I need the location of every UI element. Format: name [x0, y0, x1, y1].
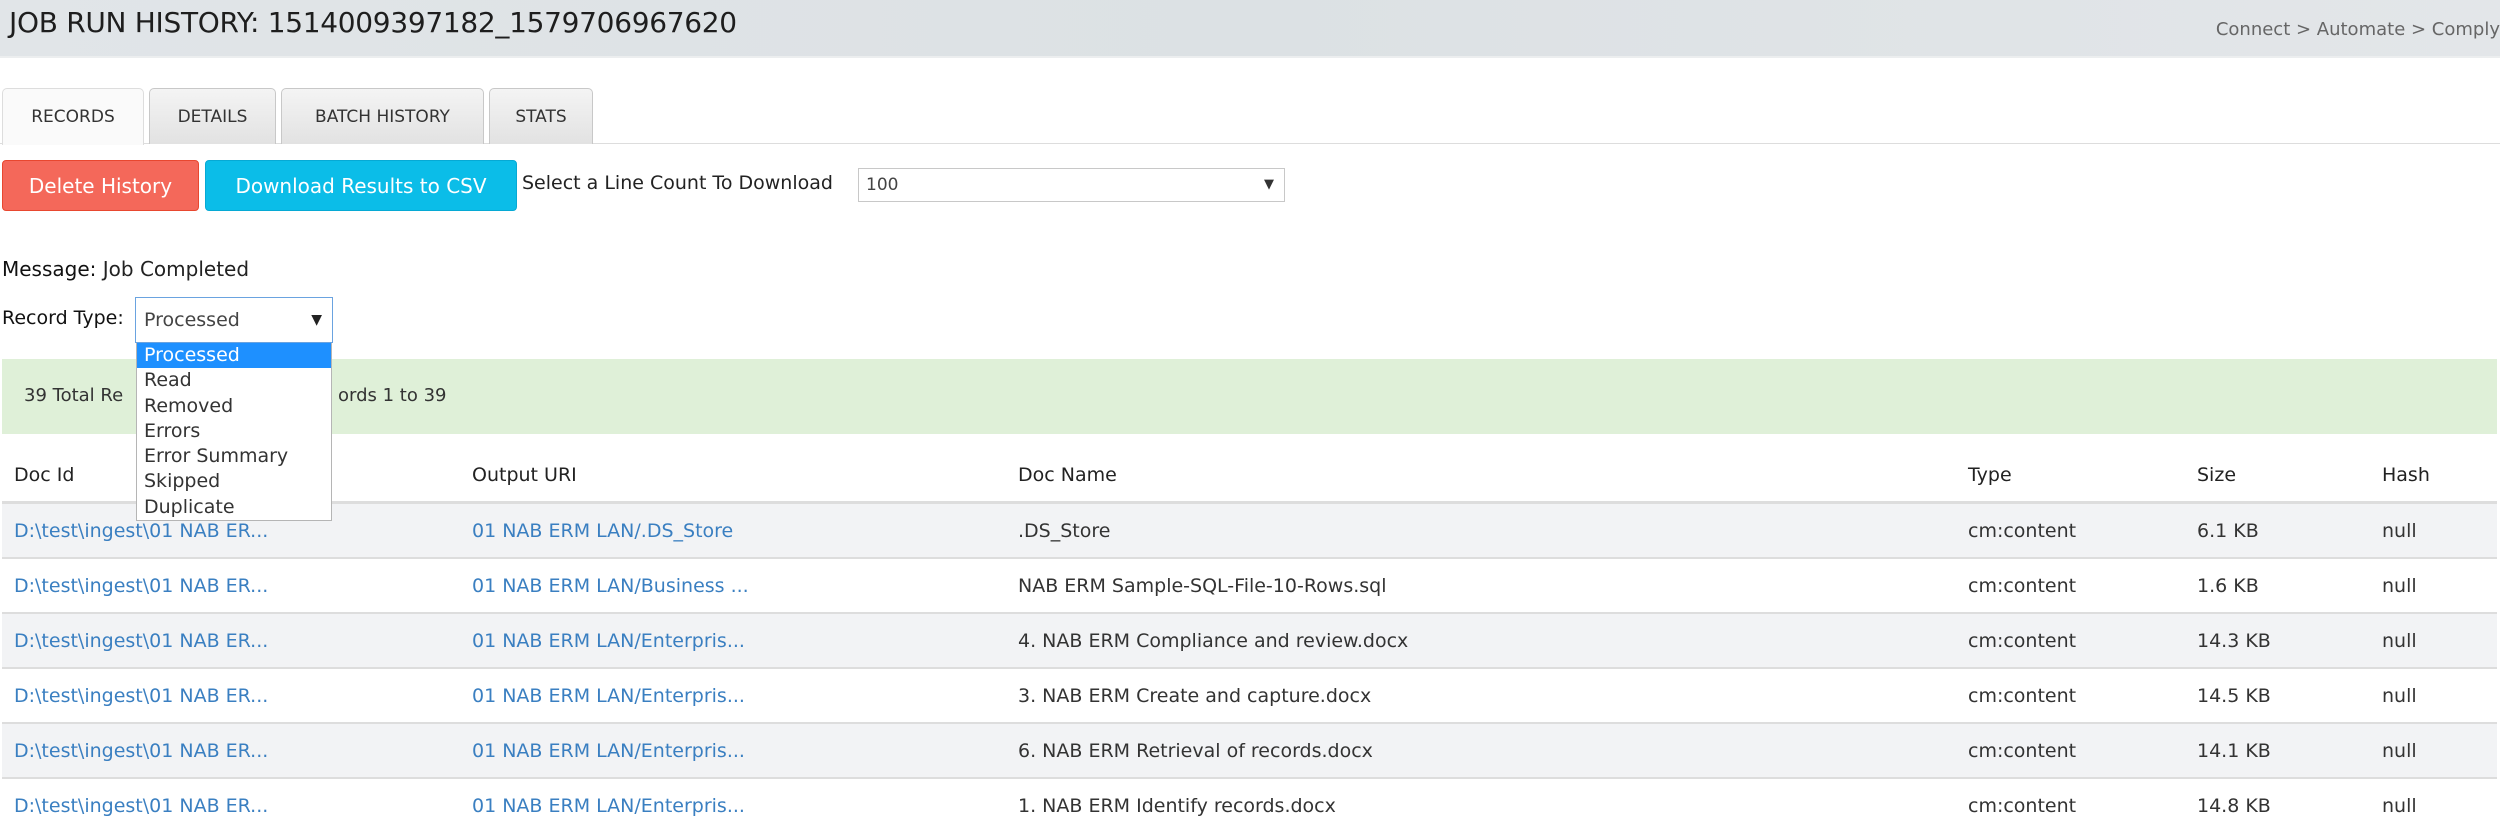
column-header-type[interactable]: Type: [1968, 464, 2012, 486]
doc-id-link[interactable]: D:\test\ingest\01 NAB ER...: [14, 795, 268, 817]
tab-stats[interactable]: STATS: [489, 88, 593, 144]
table-row: D:\test\ingest\01 NAB ER... 01 NAB ERM LA…: [2, 614, 2497, 669]
output-uri-link[interactable]: 01 NAB ERM LAN/Enterpris...: [472, 685, 745, 707]
table-row: D:\test\ingest\01 NAB ER... 01 NAB ERM LA…: [2, 504, 2497, 559]
doc-hash: null: [2382, 630, 2417, 652]
message-value: Job Completed: [102, 257, 250, 281]
chevron-down-icon: ▼: [311, 312, 322, 328]
column-header-hash[interactable]: Hash: [2382, 464, 2430, 486]
output-uri-link[interactable]: 01 NAB ERM LAN/Enterpris...: [472, 630, 745, 652]
doc-type: cm:content: [1968, 520, 2077, 542]
doc-type: cm:content: [1968, 795, 2077, 817]
doc-id-link[interactable]: D:\test\ingest\01 NAB ER...: [14, 575, 268, 597]
doc-size: 14.8 KB: [2197, 795, 2271, 817]
line-count-label: Select a Line Count To Download: [522, 172, 833, 194]
column-header-output-uri[interactable]: Output URI: [472, 464, 577, 486]
doc-id-link[interactable]: D:\test\ingest\01 NAB ER...: [14, 520, 268, 542]
column-header-doc-id[interactable]: Doc Id: [14, 464, 74, 486]
message-label: Message:: [2, 257, 97, 281]
output-uri-link[interactable]: 01 NAB ERM LAN/Enterpris...: [472, 740, 745, 762]
table-body: D:\test\ingest\01 NAB ER... 01 NAB ERM LA…: [2, 504, 2497, 826]
line-count-value: 100: [866, 175, 899, 195]
table-header: Doc Id Output URI Doc Name Type Size Has…: [2, 450, 2497, 504]
column-header-doc-name[interactable]: Doc Name: [1018, 464, 1117, 486]
record-type-select[interactable]: Processed ▼: [135, 297, 333, 343]
line-count-select[interactable]: 100 ▼: [858, 168, 1285, 202]
doc-size: 1.6 KB: [2197, 575, 2259, 597]
record-type-option-read[interactable]: Read: [137, 368, 331, 393]
doc-size: 14.3 KB: [2197, 630, 2271, 652]
doc-name: 1. NAB ERM Identify records.docx: [1018, 795, 1336, 817]
breadcrumb: Connect > Automate > Comply: [2215, 19, 2500, 40]
doc-size: 14.5 KB: [2197, 685, 2271, 707]
page-title: JOB RUN HISTORY: 1514009397182_157970696…: [9, 6, 737, 39]
doc-hash: null: [2382, 520, 2417, 542]
doc-hash: null: [2382, 740, 2417, 762]
table-row: D:\test\ingest\01 NAB ER... 01 NAB ERM LA…: [2, 669, 2497, 724]
doc-type: cm:content: [1968, 740, 2077, 762]
record-type-option-processed[interactable]: Processed: [137, 343, 331, 369]
record-type-option-skipped[interactable]: Skipped: [137, 469, 331, 494]
records-summary-alert: 39 Total Re ords 1 to 39: [2, 359, 2497, 434]
doc-hash: null: [2382, 685, 2417, 707]
table-row: D:\test\ingest\01 NAB ER... 01 NAB ERM LA…: [2, 724, 2497, 779]
records-summary-text-left: 39 Total Re: [24, 385, 124, 406]
doc-id-link[interactable]: D:\test\ingest\01 NAB ER...: [14, 740, 268, 762]
doc-name: 6. NAB ERM Retrieval of records.docx: [1018, 740, 1373, 762]
column-header-size[interactable]: Size: [2197, 464, 2236, 486]
doc-name: 4. NAB ERM Compliance and review.docx: [1018, 630, 1409, 652]
record-type-option-errors[interactable]: Errors: [137, 419, 331, 444]
doc-name: NAB ERM Sample-SQL-File-10-Rows.sql: [1018, 575, 1387, 597]
tab-bar: RECORDS DETAILS BATCH HISTORY STATS: [0, 88, 2500, 145]
record-type-option-error-summary[interactable]: Error Summary: [137, 444, 331, 469]
table-row: D:\test\ingest\01 NAB ER... 01 NAB ERM LA…: [2, 779, 2497, 826]
download-csv-button[interactable]: Download Results to CSV: [205, 160, 517, 211]
doc-id-link[interactable]: D:\test\ingest\01 NAB ER...: [14, 685, 268, 707]
doc-type: cm:content: [1968, 575, 2077, 597]
doc-hash: null: [2382, 575, 2417, 597]
chevron-down-icon: ▼: [1264, 177, 1274, 192]
record-type-option-removed[interactable]: Removed: [137, 394, 331, 419]
doc-id-link[interactable]: D:\test\ingest\01 NAB ER...: [14, 630, 268, 652]
page-header: JOB RUN HISTORY: 1514009397182_157970696…: [0, 0, 2500, 58]
tab-records[interactable]: RECORDS: [2, 88, 144, 145]
record-type-value: Processed: [144, 309, 240, 331]
tab-details[interactable]: DETAILS: [149, 88, 276, 144]
output-uri-link[interactable]: 01 NAB ERM LAN/Enterpris...: [472, 795, 745, 817]
doc-type: cm:content: [1968, 630, 2077, 652]
records-summary-text-right: ords 1 to 39: [338, 385, 447, 406]
doc-type: cm:content: [1968, 685, 2077, 707]
doc-name: .DS_Store: [1018, 520, 1111, 542]
job-message: Message: Job Completed: [2, 257, 249, 281]
record-type-label: Record Type:: [2, 307, 124, 329]
tab-batch-history[interactable]: BATCH HISTORY: [281, 88, 484, 144]
output-uri-link[interactable]: 01 NAB ERM LAN/.DS_Store: [472, 520, 733, 542]
record-type-dropdown: Processed Read Removed Errors Error Summ…: [136, 343, 332, 521]
doc-hash: null: [2382, 795, 2417, 817]
records-table: Doc Id Output URI Doc Name Type Size Has…: [2, 450, 2497, 826]
doc-size: 14.1 KB: [2197, 740, 2271, 762]
output-uri-link[interactable]: 01 NAB ERM LAN/Business ...: [472, 575, 749, 597]
doc-name: 3. NAB ERM Create and capture.docx: [1018, 685, 1372, 707]
table-row: D:\test\ingest\01 NAB ER... 01 NAB ERM LA…: [2, 559, 2497, 614]
record-type-option-duplicate[interactable]: Duplicate: [137, 495, 331, 520]
delete-history-button[interactable]: Delete History: [2, 160, 199, 211]
doc-size: 6.1 KB: [2197, 520, 2259, 542]
